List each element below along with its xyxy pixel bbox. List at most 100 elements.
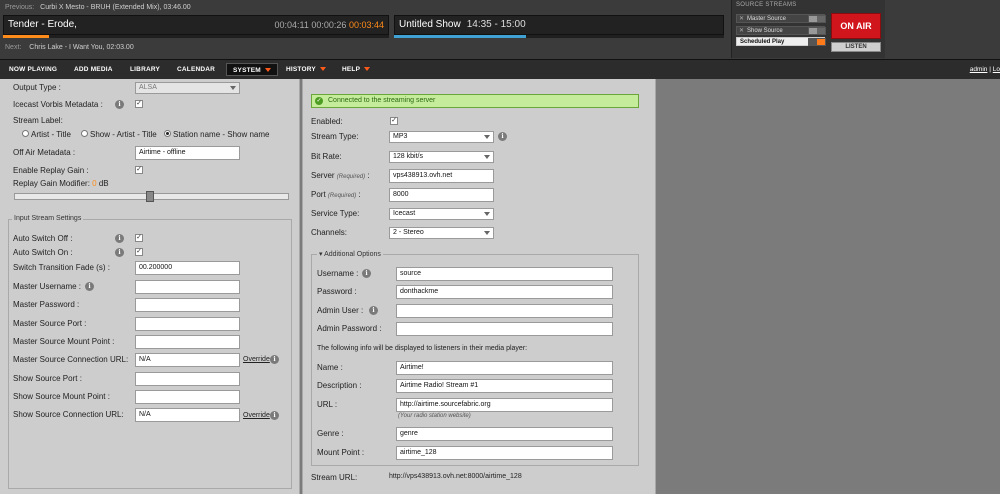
enabled-checkbox[interactable]: ✓ [390, 117, 398, 125]
nav-library[interactable]: LIBRARY [130, 66, 160, 73]
server-label: Server (Required) : [311, 171, 370, 180]
port-input[interactable]: 8000 [389, 188, 494, 202]
info-icon[interactable]: i [362, 269, 371, 278]
chevron-down-icon [319, 67, 326, 72]
master-username-input[interactable] [135, 280, 240, 294]
port-required: (Required) [327, 193, 357, 199]
on-air-button[interactable]: ON AIR [831, 13, 881, 39]
info-icon[interactable]: i [115, 100, 124, 109]
info-icon[interactable]: i [270, 355, 279, 364]
auto-switch-on-checkbox[interactable]: ✓ [135, 248, 143, 256]
service-type-label: Service Type: [311, 209, 360, 218]
bitrate-select[interactable]: 128 kbit/s [389, 151, 494, 163]
radio-show-artist-title[interactable] [81, 130, 88, 137]
nav-calendar[interactable]: CALENDAR [177, 66, 215, 73]
show-source-toggle[interactable] [808, 27, 826, 35]
current-show-box: Untitled Show 14:35 - 15:00 [394, 15, 724, 35]
mount-point-input[interactable]: airtime_128 [396, 446, 613, 460]
nav-help[interactable]: HELP [342, 66, 371, 73]
username-input[interactable]: source [396, 267, 613, 281]
replay-gain-label: Enable Replay Gain : [13, 166, 89, 175]
stream-type-label: Stream Type: [311, 132, 359, 141]
nav-history[interactable]: HISTORY [286, 66, 326, 73]
server-input[interactable]: vps438913.ovh.net [389, 169, 494, 183]
info-icon[interactable]: i [115, 234, 124, 243]
radio-artist-title[interactable] [22, 130, 29, 137]
master-port-input[interactable] [135, 317, 240, 331]
show-mount-label: Show Source Mount Point : [13, 392, 110, 401]
admin-password-label: Admin Password : [317, 324, 382, 333]
replay-gain-checkbox[interactable]: ✓ [135, 166, 143, 174]
master-override-link[interactable]: Override [243, 356, 270, 363]
description-input[interactable]: Airtime Radio! Stream #1 [396, 379, 613, 393]
info-icon[interactable]: i [369, 306, 378, 315]
switch-fade-input[interactable]: 00.200000 [135, 261, 240, 275]
admin-password-input[interactable] [396, 322, 613, 336]
off-air-input[interactable]: Airtime - offline [135, 146, 240, 160]
auto-switch-off-checkbox[interactable]: ✓ [135, 234, 143, 242]
show-mount-input[interactable] [135, 390, 240, 404]
port-label-text: Port [311, 190, 326, 199]
auto-switch-off-label: Auto Switch Off : [13, 234, 73, 243]
connection-success-text: Connected to the streaming server [328, 97, 436, 104]
scheduled-play-toggle[interactable] [808, 38, 826, 46]
url-input[interactable]: http://airtime.sourcefabric.org [396, 398, 613, 412]
output-type-select[interactable]: ALSA [135, 82, 240, 94]
channels-select[interactable]: 2 - Stereo [389, 227, 494, 239]
output-type-value: ALSA [139, 84, 157, 91]
chevron-down-icon [364, 67, 371, 72]
password-input[interactable]: donthackme [396, 285, 613, 299]
enabled-label: Enabled: [311, 117, 343, 126]
show-override-link[interactable]: Override [243, 412, 270, 419]
channels-label: Channels: [311, 228, 348, 237]
master-url-input[interactable]: N/A [135, 353, 240, 367]
show-port-input[interactable] [135, 372, 240, 386]
stream-label-label: Stream Label: [13, 116, 63, 125]
listen-button[interactable]: LISTEN [831, 42, 881, 52]
nav-system-label: SYSTEM [233, 67, 261, 74]
player-bar: Previous: Curbi X Mesto - BRUH (Extended… [0, 0, 1000, 59]
admin-user-input[interactable] [396, 304, 613, 318]
info-icon[interactable]: i [115, 248, 124, 257]
info-icon[interactable]: i [498, 132, 507, 141]
master-port-label: Master Source Port : [13, 319, 87, 328]
stream-type-select[interactable]: MP3 [389, 131, 494, 143]
replay-gain-slider[interactable] [14, 191, 289, 202]
nav-system[interactable]: SYSTEM [226, 63, 278, 76]
chevron-down-icon [484, 155, 490, 159]
nav-add-media[interactable]: ADD MEDIA [74, 66, 113, 73]
previous-track: Previous: Curbi X Mesto - BRUH (Extended… [5, 4, 191, 11]
master-mount-input[interactable] [135, 335, 240, 349]
remaining-time: 00:03:44 [348, 20, 384, 30]
previous-track-name: Curbi X Mesto - BRUH (Extended Mix), 03:… [40, 4, 191, 11]
master-password-input[interactable] [135, 298, 240, 312]
additional-options-legend[interactable]: ▾ Additional Options [317, 250, 383, 258]
stream-url-value: http://vps438913.ovh.net:8000/airtime_12… [389, 473, 522, 480]
track-progress-fill [3, 35, 50, 38]
master-username-label: Master Username : [13, 282, 82, 291]
info-icon[interactable]: i [85, 282, 94, 291]
genre-input[interactable]: genre [396, 427, 613, 441]
show-source-label: Show Source [747, 28, 783, 34]
radio-station-show[interactable] [164, 130, 171, 137]
service-type-select[interactable]: Icecast [389, 208, 494, 220]
icecast-vorbis-label: Icecast Vorbis Metadata : [13, 100, 103, 109]
show-url-label: Show Source Connection URL: [13, 410, 124, 419]
show-url-input[interactable]: N/A [135, 408, 240, 422]
next-track: Next: Chris Lake - I Want You, 02:03.00 [5, 44, 134, 51]
radio-artist-title-label: Artist - Title [31, 130, 72, 139]
description-label: Description : [317, 381, 362, 390]
name-input[interactable]: Airtime! [396, 361, 613, 375]
user-menu: admin | Lo [970, 66, 1000, 73]
listeners-info-text: The following info will be displayed to … [317, 345, 528, 352]
info-icon[interactable]: i [270, 411, 279, 420]
nav-help-label: HELP [342, 66, 361, 73]
user-link[interactable]: admin [970, 66, 988, 73]
server-required: (Required) [336, 174, 366, 180]
icecast-vorbis-checkbox[interactable]: ✓ [135, 100, 143, 108]
output-settings-panel: Output Type : ALSA Icecast Vorbis Metada… [0, 79, 300, 494]
nav-now-playing[interactable]: NOW PLAYING [9, 66, 57, 73]
slider-handle[interactable] [146, 191, 154, 202]
master-source-toggle[interactable] [808, 15, 826, 23]
logout-link[interactable]: Lo [993, 66, 1000, 73]
